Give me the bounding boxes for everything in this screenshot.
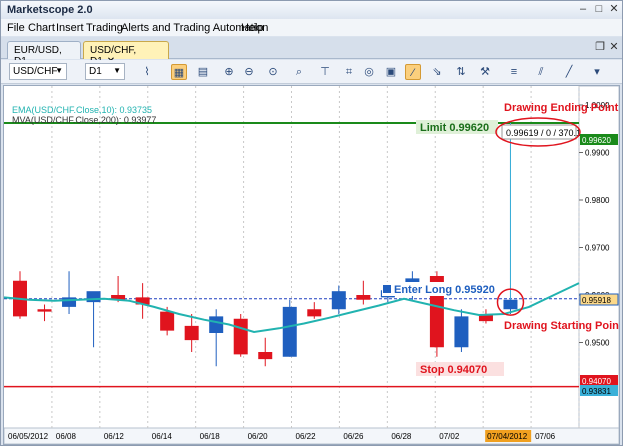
menu-file[interactable]: File — [7, 22, 25, 34]
lines-icon[interactable]: ≡ — [506, 64, 522, 80]
zoom-area-icon[interactable]: ⌕ — [291, 64, 307, 80]
x-tick-label: 06/18 — [200, 432, 221, 441]
ema-legend: EMA(USD/CHF.Close,10): 0.93735 — [12, 105, 152, 115]
title-bar: Marketscope 2.0 – □ ✕ — [1, 1, 622, 19]
chevron-down-icon: ▼ — [55, 66, 63, 75]
y-tick-label: 0.9800 — [585, 196, 610, 205]
chart-tab-bar: EUR/USD, D1 USD/CHF, D1✕ ❐ ✕ — [1, 37, 622, 67]
limit-price-text: 0.99620 — [582, 136, 611, 145]
x-tick-label: 06/14 — [152, 432, 173, 441]
candle-body — [37, 309, 52, 312]
candle-body — [331, 291, 346, 310]
trendline-icon[interactable]: ╱ — [561, 64, 577, 80]
timeframe-value: D1 — [89, 66, 102, 77]
mva-legend: MVA(USD/CHF.Close,200): 0.93977 — [12, 115, 156, 125]
x-tick-label: 07/02 — [439, 432, 460, 441]
candle-body — [454, 316, 469, 348]
candle-body — [209, 316, 224, 333]
candle-body — [282, 306, 297, 357]
price-chart[interactable]: 1.00000.99000.98000.97000.96000.9500 06/… — [3, 85, 623, 445]
x-tick-label: 06/28 — [391, 432, 412, 441]
x-tick-label: 06/12 — [104, 432, 125, 441]
candle-body — [62, 297, 77, 307]
chart-type-icon[interactable]: ⌇ — [139, 64, 155, 80]
fib-icon[interactable]: ⫽ — [533, 64, 549, 80]
tab-usdchf[interactable]: USD/CHF, D1✕ — [83, 41, 169, 67]
current-price-text: 0.95918 — [582, 296, 611, 305]
app-title: Marketscope 2.0 — [7, 4, 93, 16]
candle-body — [307, 309, 322, 317]
entry-marker — [383, 285, 391, 293]
chart-toolbar: USD/CHF ▼ D1 ▼ ⌇ ▦ ▤ ⊕ ⊖ ⊙ ⌕ ⊤ ⌗ ◎ ▣ ⁄ ⇘… — [1, 60, 622, 84]
candle-body — [160, 311, 175, 331]
x-tick-label: 06/20 — [248, 432, 269, 441]
candle-body — [184, 325, 199, 341]
menu-trading[interactable]: Trading — [86, 22, 123, 34]
y-tick-label: 0.9500 — [585, 339, 610, 348]
zoom-in-icon[interactable]: ⊕ — [221, 64, 237, 80]
y-tick-label: 0.9700 — [585, 244, 610, 253]
stop-label: Stop 0.94070 — [420, 364, 487, 376]
candle-body — [86, 291, 101, 303]
restore-icon[interactable]: ❐ — [593, 41, 607, 54]
x-tick-label: 06/26 — [343, 432, 364, 441]
grid-icon[interactable]: ▦ — [171, 64, 187, 80]
x-tick-label: 06/22 — [296, 432, 317, 441]
chevron-down-icon: ▼ — [113, 66, 121, 75]
screenshot-icon[interactable]: ▣ — [383, 64, 399, 80]
zoom-fit-icon[interactable]: ⊙ — [265, 64, 281, 80]
close-button[interactable]: ✕ — [607, 3, 621, 16]
candle-body — [356, 295, 371, 300]
limit-label: Limit 0.99620 — [420, 122, 489, 134]
stop-price-text: 0.94070 — [582, 377, 611, 386]
drawing-ending-label: Drawing Ending Point — [504, 102, 619, 114]
globe-icon[interactable]: ◎ — [361, 64, 377, 80]
template-icon[interactable]: ▤ — [195, 64, 211, 80]
symbol-value: USD/CHF — [13, 66, 58, 77]
menu-help[interactable]: Help — [241, 22, 264, 34]
text-tool-icon[interactable]: ⇘ — [429, 64, 445, 80]
candle-body — [258, 352, 273, 360]
x-tick-label: 07/04/2012 — [487, 432, 528, 441]
menu-insert[interactable]: Insert — [56, 22, 84, 34]
drawing-starting-label: Drawing Starting Point — [504, 320, 619, 332]
crosshair-icon[interactable]: ⊤ — [317, 64, 333, 80]
minimize-button[interactable]: – — [576, 3, 590, 16]
indicator-icon[interactable]: ⇅ — [453, 64, 469, 80]
x-tick-label: 06/08 — [56, 432, 77, 441]
close-icon[interactable]: ✕ — [607, 41, 621, 54]
x-tick-label: 07/06 — [535, 432, 556, 441]
signals-icon[interactable]: ⚒ — [477, 64, 493, 80]
timeframe-select[interactable]: D1 ▼ — [85, 63, 125, 80]
y-tick-label: 0.9900 — [585, 149, 610, 158]
x-tick-label: 06/05/2012 — [8, 432, 49, 441]
low-price-text: 0.93831 — [582, 387, 611, 396]
chart-area[interactable]: 1.00000.99000.98000.97000.96000.9500 06/… — [3, 85, 623, 445]
line-tool-icon[interactable]: ⁄ — [405, 64, 421, 80]
ruler-icon[interactable]: ⌗ — [341, 64, 357, 80]
symbol-select[interactable]: USD/CHF ▼ — [9, 63, 67, 80]
zoom-out-icon[interactable]: ⊖ — [241, 64, 257, 80]
tab-eurusd[interactable]: EUR/USD, D1 — [7, 41, 81, 67]
menu-chart[interactable]: Chart — [28, 22, 55, 34]
candle-body — [503, 299, 518, 310]
maximize-button[interactable]: □ — [592, 3, 606, 16]
measure-readout: 0.99619 / 0 / 370.1 — [506, 128, 581, 138]
enter-long-label: Enter Long 0.95920 — [394, 284, 495, 296]
more-icon[interactable]: ▾ — [589, 64, 605, 80]
menu-bar: File Chart Insert Trading Alerts and Tra… — [1, 19, 622, 36]
candle-body — [233, 318, 248, 355]
app-window: Marketscope 2.0 – □ ✕ File Chart Insert … — [0, 0, 623, 446]
